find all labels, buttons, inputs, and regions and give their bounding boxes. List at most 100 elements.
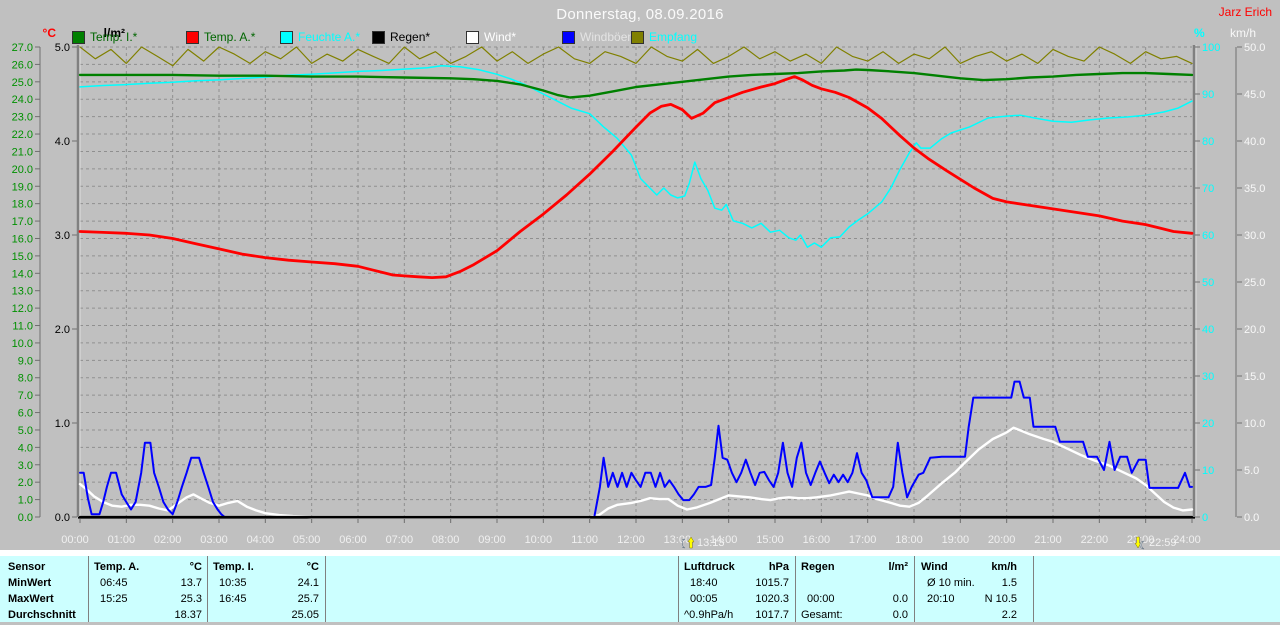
column-regen: Regen l/m² 00:00 0.0 Gesamt: 0.0: [801, 561, 908, 621]
svg-text:35.0: 35.0: [1244, 183, 1265, 195]
svg-text:19:00: 19:00: [942, 534, 970, 546]
svg-text:16:00: 16:00: [803, 534, 831, 546]
svg-text:30: 30: [1202, 371, 1214, 383]
svg-text:14.0: 14.0: [12, 268, 33, 280]
table-divider: [795, 556, 796, 622]
svg-text:5.0: 5.0: [18, 425, 33, 437]
gridlines: [80, 46, 1192, 517]
svg-text:5.0: 5.0: [1244, 465, 1259, 477]
svg-text:00:00: 00:00: [61, 534, 89, 546]
axis-ticks: 50.045.040.035.030.025.020.015.010.05.00…: [1237, 42, 1265, 524]
svg-text:3.0: 3.0: [55, 230, 70, 242]
table-divider: [325, 556, 326, 622]
svg-text:50: 50: [1202, 277, 1214, 289]
temp-a-swatch-icon: [186, 30, 199, 44]
column-wind: Wind km/h Ø 10 min. 1.5 20:10 N 10.5 2.2: [921, 561, 1017, 621]
svg-text:17.0: 17.0: [12, 216, 33, 228]
svg-text:8.0: 8.0: [18, 373, 33, 385]
moonrise-marker: 13:13: [682, 536, 725, 550]
svg-text:09:00: 09:00: [478, 534, 506, 546]
weather-day-chart-window: 27.0 26.0 25.0 24.0 23.0 22.0 21.0 20.0 19.0 18.0…: [0, 0, 1280, 625]
svg-text:25.0: 25.0: [1244, 277, 1265, 289]
svg-text:06:00: 06:00: [339, 534, 367, 546]
svg-text:23.0: 23.0: [12, 112, 33, 124]
svg-text:24.0: 24.0: [12, 94, 33, 106]
svg-text:15:00: 15:00: [756, 534, 784, 546]
svg-text:22.0: 22.0: [12, 129, 33, 141]
svg-text:0.0: 0.0: [55, 512, 70, 524]
svg-text:18:00: 18:00: [895, 534, 923, 546]
author-label: Jarz Erich: [1218, 5, 1272, 19]
column-temp-i: Temp. I. °C 10:35 24.1 16:45 25.7 25.05: [213, 561, 319, 621]
svg-text:24:00: 24:00: [1173, 534, 1201, 546]
svg-text:21.0: 21.0: [12, 146, 33, 158]
svg-text:10:00: 10:00: [525, 534, 553, 546]
svg-text:12.0: 12.0: [12, 303, 33, 315]
legend-item-regen: Regen*: [372, 30, 430, 44]
table-divider: [88, 556, 89, 622]
svg-text:04:00: 04:00: [247, 534, 275, 546]
svg-text:0.0: 0.0: [1244, 512, 1259, 524]
svg-text:0.0: 0.0: [18, 512, 33, 524]
table-divider: [207, 556, 208, 622]
wind-swatch-icon: [466, 30, 479, 44]
moonset-icon: [1134, 536, 1145, 550]
svg-text:07:00: 07:00: [386, 534, 414, 546]
svg-text:08:00: 08:00: [432, 534, 460, 546]
axis-ticks: 1009080706050403020100: [1195, 42, 1220, 524]
svg-text:13.0: 13.0: [12, 286, 33, 298]
temp-i-swatch-icon: [72, 30, 85, 44]
svg-text:9.0: 9.0: [18, 355, 33, 367]
svg-text:11.0: 11.0: [12, 321, 33, 333]
svg-text:22:00: 22:00: [1081, 534, 1109, 546]
svg-text:16.0: 16.0: [12, 233, 33, 245]
time-axis-labels: 00:00 01:00 02:00 03:00 04:00 05:00 06:00 07:00…: [61, 519, 1201, 546]
svg-text:7.0: 7.0: [18, 390, 33, 402]
svg-text:3.0: 3.0: [18, 460, 33, 472]
svg-text:10.0: 10.0: [1244, 418, 1265, 430]
svg-text:30.0: 30.0: [1244, 230, 1265, 242]
moonset-marker: 22:59: [1134, 536, 1177, 550]
legend-item-temp-a: Temp. A.*: [186, 30, 255, 44]
svg-text:02:00: 02:00: [154, 534, 182, 546]
summary-panel: Sensor MinWert MaxWert Durchschnitt Temp…: [0, 550, 1280, 625]
svg-text:01:00: 01:00: [108, 534, 136, 546]
svg-text:1.0: 1.0: [18, 495, 33, 507]
svg-text:15.0: 15.0: [12, 251, 33, 263]
legend: Temp. I.* Temp. A.* Feuchte A.* Regen* W…: [0, 30, 1280, 46]
windboeen-swatch-icon: [562, 30, 575, 44]
legend-item-temp-i: Temp. I.*: [72, 30, 137, 44]
svg-text:70: 70: [1202, 183, 1214, 195]
svg-text:21:00: 21:00: [1034, 534, 1062, 546]
svg-text:20: 20: [1202, 418, 1214, 430]
svg-text:25.0: 25.0: [12, 77, 33, 89]
regen-swatch-icon: [372, 30, 385, 44]
page-title: Donnerstag, 08.09.2016: [556, 6, 724, 23]
svg-text:90: 90: [1202, 89, 1214, 101]
table-divider: [914, 556, 915, 622]
svg-text:0: 0: [1202, 512, 1208, 524]
svg-text:15.0: 15.0: [1244, 371, 1265, 383]
svg-text:6.0: 6.0: [18, 408, 33, 420]
legend-item-windboeen: Windböen: [562, 30, 634, 44]
table-divider: [1033, 556, 1034, 622]
feuchte-swatch-icon: [280, 30, 293, 44]
svg-text:03:00: 03:00: [200, 534, 228, 546]
svg-text:40.0: 40.0: [1244, 136, 1265, 148]
legend-item-empfang: Empfang: [631, 30, 697, 44]
row-labels-column: Sensor MinWert MaxWert Durchschnitt: [8, 561, 76, 621]
svg-text:20.0: 20.0: [1244, 324, 1265, 336]
svg-text:10.0: 10.0: [12, 338, 33, 350]
svg-text:17:00: 17:00: [849, 534, 877, 546]
svg-text:20.0: 20.0: [12, 164, 33, 176]
table-divider: [678, 556, 679, 622]
axis-ticks: 27.026.025.024.023.022.021.020.019.018.0…: [12, 42, 40, 524]
svg-text:26.0: 26.0: [12, 59, 33, 71]
svg-text:05:00: 05:00: [293, 534, 321, 546]
svg-text:4.0: 4.0: [18, 442, 33, 454]
empfang-swatch-icon: [631, 30, 644, 44]
moonrise-icon: [682, 536, 695, 549]
svg-text:4.0: 4.0: [55, 136, 70, 148]
chart-plot: 27.026.025.024.023.022.021.020.019.018.0…: [12, 42, 1266, 546]
svg-text:12:00: 12:00: [617, 534, 645, 546]
